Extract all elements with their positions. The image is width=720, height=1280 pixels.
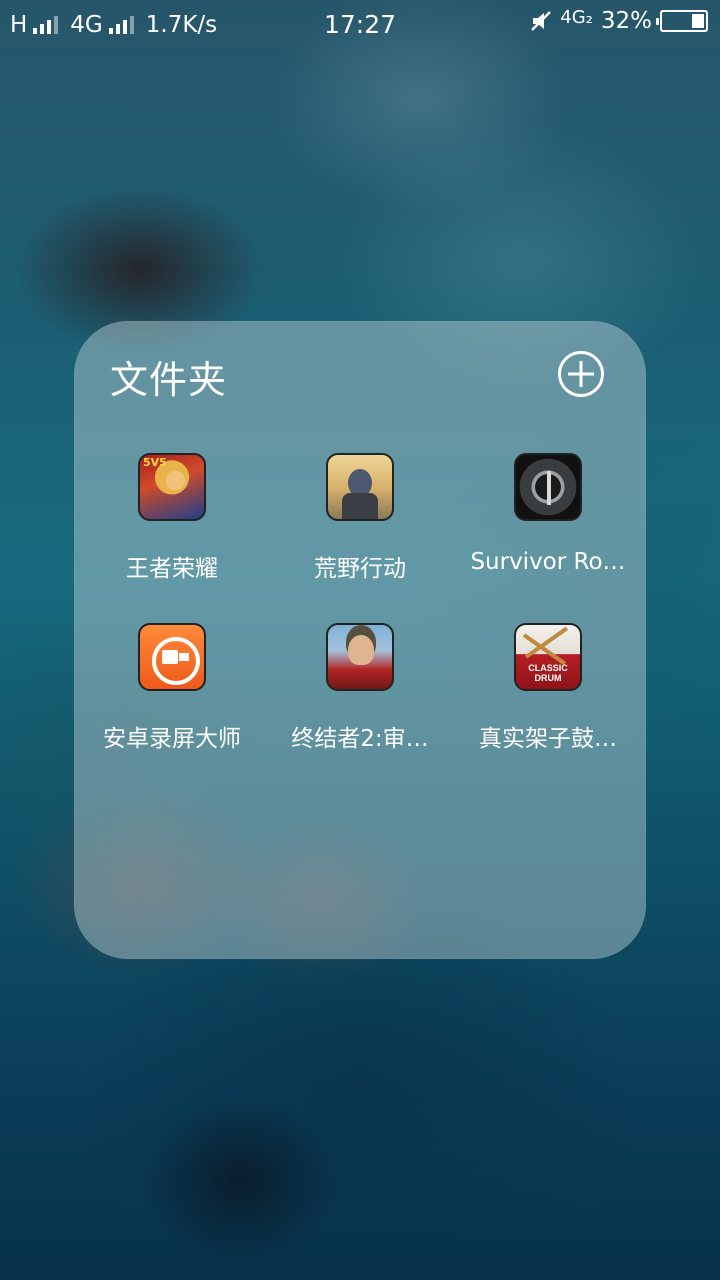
- app-label: 荒野行动: [314, 556, 406, 582]
- app-classic-drum[interactable]: CLASSIC DRUM 真实架子鼓…: [454, 623, 642, 773]
- status-right: 4G₂ 32%: [530, 6, 708, 34]
- honor-of-kings-icon[interactable]: 5V5: [138, 453, 206, 521]
- app-label: 安卓录屏大师: [103, 726, 241, 752]
- app-label: 终结者2:审…: [291, 726, 429, 752]
- app-honor-of-kings[interactable]: 5V5 王者荣耀: [78, 453, 266, 603]
- app-label: 王者荣耀: [126, 556, 218, 582]
- status-bar: H 4G 1.7K/s 17:27 4G₂ 32%: [0, 0, 720, 50]
- network-type: 4G₂: [560, 6, 593, 28]
- app-knives-out[interactable]: 荒野行动: [266, 453, 454, 603]
- survivor-royale-icon[interactable]: [514, 453, 582, 521]
- app-survivor-royale[interactable]: Survivor Ro…: [454, 453, 642, 603]
- battery-icon: [656, 10, 708, 32]
- app-screen-recorder[interactable]: 安卓录屏大师: [78, 623, 266, 773]
- app-folder: 文件夹 5V5 王者荣耀 荒野行动 Survivor Ro… 安卓录屏大师 终结…: [74, 321, 646, 959]
- terminator-2-icon[interactable]: [326, 623, 394, 691]
- app-label: 真实架子鼓…: [479, 726, 617, 752]
- knives-out-icon[interactable]: [326, 453, 394, 521]
- mute-icon: [531, 11, 552, 31]
- battery-percent: 32%: [600, 8, 652, 34]
- folder-title[interactable]: 文件夹: [110, 349, 227, 404]
- app-terminator-2[interactable]: 终结者2:审…: [266, 623, 454, 773]
- classic-drum-icon[interactable]: CLASSIC DRUM: [514, 623, 582, 691]
- add-app-button[interactable]: [558, 351, 604, 397]
- screen-recorder-icon[interactable]: [138, 623, 206, 691]
- app-label: Survivor Ro…: [470, 549, 626, 575]
